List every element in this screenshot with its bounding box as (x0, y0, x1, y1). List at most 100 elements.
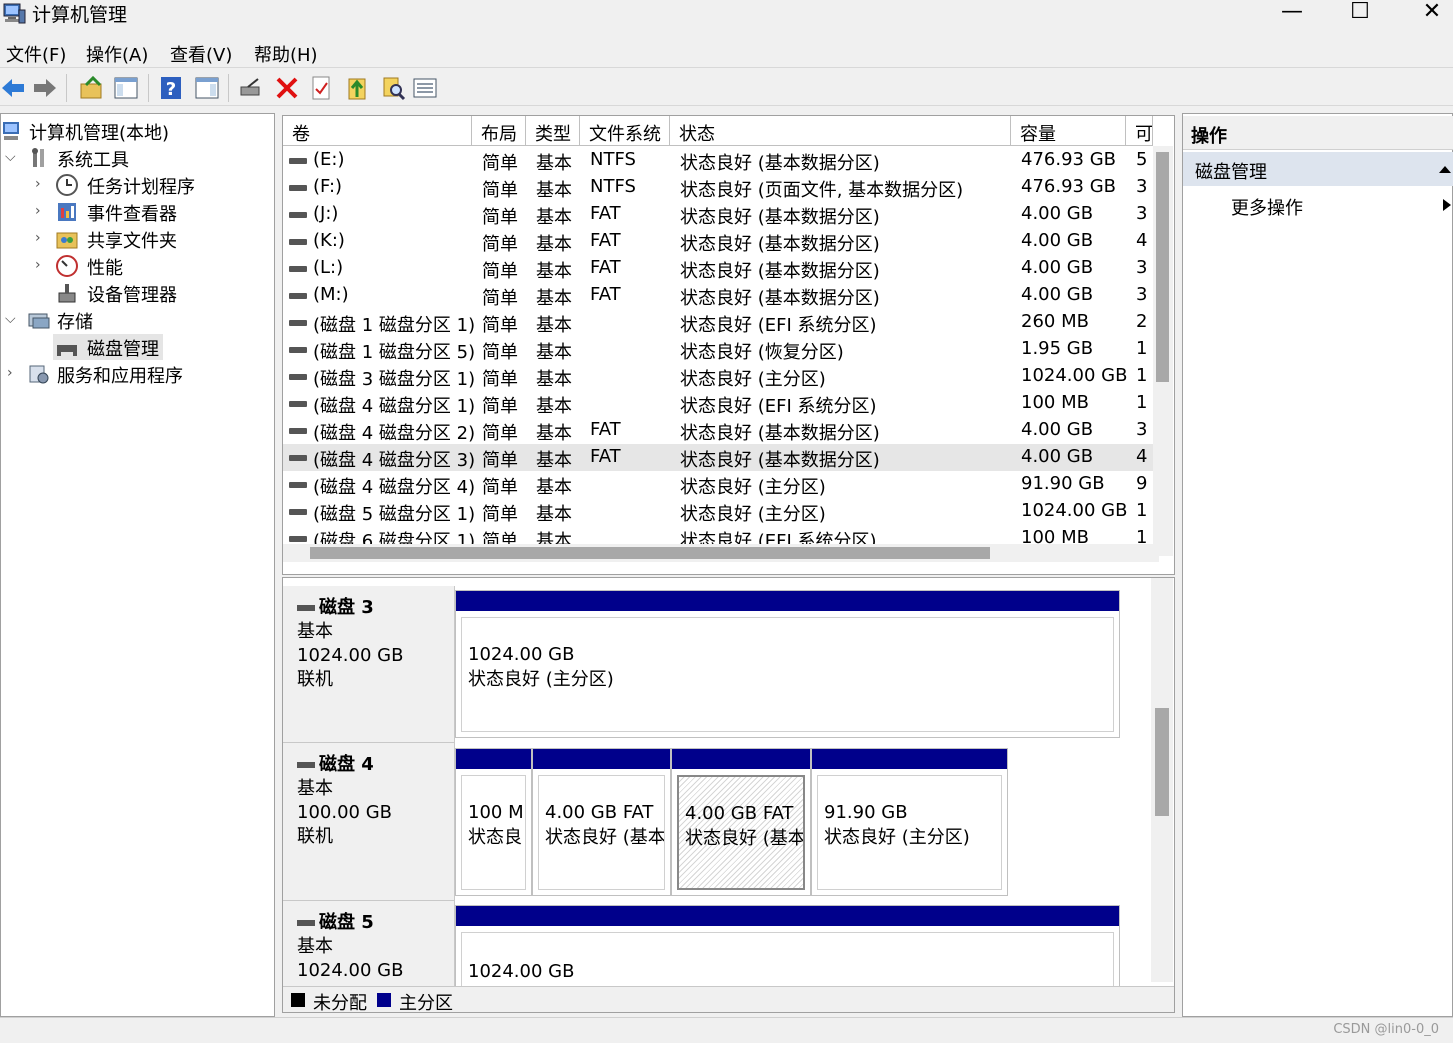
menu-action[interactable]: 操作(A) (86, 41, 148, 67)
table-row[interactable]: (J:) 简单 基本 FAT 状态良好 (基本数据分区) 4.00 GB 3 (283, 201, 1153, 228)
tree-system-tools[interactable]: ⌵ 系统工具 (1, 145, 271, 171)
device-manager-icon (58, 284, 76, 303)
menu-help[interactable]: 帮助(H) (254, 41, 318, 67)
table-cell: 简单 (482, 315, 518, 336)
chevron-right-icon[interactable]: › (35, 203, 41, 219)
table-row[interactable]: (磁盘 5 磁盘分区 1) 简单 基本 状态良好 (主分区) 1024.00 GB 1 (283, 498, 1153, 525)
chevron-right-icon[interactable]: › (35, 230, 41, 246)
col-header-volume[interactable]: 卷 (283, 116, 472, 146)
menu-file[interactable]: 文件(F) (6, 41, 66, 67)
back-arrow-icon[interactable] (0, 75, 26, 101)
col-header-status[interactable]: 状态 (670, 116, 1011, 146)
maximize-button[interactable]: ☐ (1332, 0, 1388, 26)
table-row[interactable]: (磁盘 4 磁盘分区 1) 简单 基本 状态良好 (EFI 系统分区) 100 MB 1 (283, 390, 1153, 417)
tree-device-manager[interactable]: 设备管理器 (1, 280, 271, 306)
table-cell: FAT (590, 446, 621, 467)
table-row[interactable]: (磁盘 1 磁盘分区 5) 简单 基本 状态良好 (恢复分区) 1.95 GB 1 (283, 336, 1153, 363)
partition-size: 1024.00 GB (468, 961, 575, 982)
table-cell: 1 (1136, 338, 1148, 359)
disk4-partition-2[interactable]: 4.00 GB FAT 状态良好 (基本 (532, 748, 671, 896)
disk4-partition-3-selected[interactable]: 4.00 GB FAT 状态良好 (基本 (671, 748, 811, 896)
more-actions-item[interactable]: 更多操作 (1183, 190, 1453, 222)
col-header-type[interactable]: 类型 (526, 116, 580, 146)
show-hide-tree-icon[interactable] (113, 75, 139, 101)
disk3-partition-1[interactable]: 1024.00 GB 状态良好 (主分区) (455, 590, 1120, 738)
disk4-partition-1[interactable]: 100 M 状态良 (455, 748, 532, 896)
table-cell: (M:) (313, 284, 349, 305)
watermark: CSDN @lin0-0_0 (1333, 1022, 1439, 1037)
collapse-up-icon[interactable] (1438, 164, 1452, 174)
tree-computer-management[interactable]: 计算机管理(本地) (1, 118, 271, 144)
col-header-layout[interactable]: 布局 (472, 116, 526, 146)
table-cell: 状态良好 (主分区) (680, 369, 826, 390)
tree-shared-folders[interactable]: › 共享文件夹 (1, 226, 271, 252)
disk3-info[interactable]: 磁盘 3 基本 1024.00 GB 联机 (283, 586, 455, 743)
tree-storage[interactable]: ⌵ 存储 (1, 307, 271, 333)
chevron-down-icon[interactable]: ⌵ (5, 311, 16, 327)
table-row[interactable]: (磁盘 1 磁盘分区 1) 简单 基本 状态良好 (EFI 系统分区) 260 MB 2 (283, 309, 1153, 336)
disk4-type: 基本 (297, 778, 333, 799)
export-up-icon[interactable] (344, 75, 370, 101)
table-row[interactable]: (K:) 简单 基本 FAT 状态良好 (基本数据分区) 4.00 GB 4 (283, 228, 1153, 255)
scroll-thumb[interactable] (1156, 152, 1169, 382)
table-cell: 476.93 GB (1021, 149, 1117, 170)
properties-icon[interactable] (308, 75, 334, 101)
disk5-info[interactable]: 磁盘 5 基本 1024.00 GB (283, 901, 455, 991)
primary-partition-bar (456, 591, 1119, 611)
chevron-right-icon[interactable]: › (35, 176, 41, 192)
col-header-filesystem[interactable]: 文件系统 (580, 116, 670, 146)
forward-arrow-icon[interactable] (32, 75, 58, 101)
drive-icon (289, 374, 307, 380)
action-pane-icon[interactable] (194, 75, 220, 101)
drive-icon (289, 212, 307, 218)
close-button[interactable]: ✕ (1404, 0, 1453, 26)
disk4-status: 联机 (297, 826, 333, 847)
list-vertical-scrollbar[interactable] (1153, 146, 1173, 556)
disk4-info[interactable]: 磁盘 4 基本 100.00 GB 联机 (283, 743, 455, 901)
table-cell: (L:) (313, 257, 344, 278)
scroll-thumb[interactable] (310, 547, 990, 559)
table-cell: FAT (590, 419, 621, 440)
table-cell: (E:) (313, 149, 345, 170)
list-view-icon[interactable] (412, 75, 438, 101)
list-horizontal-scrollbar[interactable] (283, 544, 1159, 562)
search-icon[interactable] (380, 75, 406, 101)
table-cell: 状态良好 (基本数据分区) (680, 288, 880, 309)
table-row[interactable]: (M:) 简单 基本 FAT 状态良好 (基本数据分区) 4.00 GB 3 (283, 282, 1153, 309)
chevron-right-icon[interactable]: › (7, 365, 13, 381)
table-row[interactable]: (L:) 简单 基本 FAT 状态良好 (基本数据分区) 4.00 GB 3 (283, 255, 1153, 282)
tree-task-scheduler[interactable]: › 任务计划程序 (1, 172, 271, 198)
col-header-capacity[interactable]: 容量 (1011, 116, 1126, 146)
disk4-size: 100.00 GB (297, 802, 393, 823)
tree-event-viewer[interactable]: › 事件查看器 (1, 199, 271, 225)
chevron-right-icon[interactable]: › (35, 257, 41, 273)
table-cell: 3 (1136, 419, 1148, 440)
tree-label: 存储 (57, 312, 93, 333)
actions-section-disk-management[interactable]: 磁盘管理 (1183, 152, 1453, 186)
table-row[interactable]: (磁盘 4 磁盘分区 3) 简单 基本 FAT 状态良好 (基本数据分区) 4.00 GB… (283, 444, 1153, 471)
disk4-partition-4[interactable]: 91.90 GB 状态良好 (主分区) (811, 748, 1008, 896)
scroll-thumb[interactable] (1155, 708, 1169, 816)
disk-map-vertical-scrollbar[interactable] (1151, 578, 1173, 982)
up-folder-icon[interactable] (78, 75, 104, 101)
table-row[interactable]: (F:) 简单 基本 NTFS 状态良好 (页面文件, 基本数据分区) 476.93 GB… (283, 174, 1153, 201)
chevron-down-icon[interactable]: ⌵ (5, 149, 16, 165)
primary-partition-bar (812, 749, 1007, 769)
minimize-button[interactable]: — (1264, 0, 1320, 26)
connect-drive-icon[interactable] (238, 75, 264, 101)
disk5-partition-1[interactable]: 1024.00 GB (455, 905, 1120, 995)
table-row[interactable]: (磁盘 4 磁盘分区 2) 简单 基本 FAT 状态良好 (基本数据分区) 4.00 GB… (283, 417, 1153, 444)
drive-icon (289, 266, 307, 272)
delete-icon[interactable] (274, 75, 300, 101)
table-cell: (磁盘 4 磁盘分区 3) (313, 450, 476, 471)
tree-services-apps[interactable]: › 服务和应用程序 (1, 361, 271, 387)
partition-size: 1024.00 GB (468, 644, 575, 665)
help-icon[interactable]: ? (158, 75, 184, 101)
menu-view[interactable]: 查看(V) (170, 41, 232, 67)
table-row[interactable]: (磁盘 4 磁盘分区 4) 简单 基本 状态良好 (主分区) 91.90 GB 9 (283, 471, 1153, 498)
table-row[interactable]: (磁盘 3 磁盘分区 1) 简单 基本 状态良好 (主分区) 1024.00 GB 1 (283, 363, 1153, 390)
col-header-free[interactable]: 可 (1126, 116, 1153, 146)
tree-disk-management[interactable]: 磁盘管理 (53, 334, 163, 360)
tree-performance[interactable]: › 性能 (1, 253, 271, 279)
table-row[interactable]: (E:) 简单 基本 NTFS 状态良好 (基本数据分区) 476.93 GB 5 (283, 147, 1153, 174)
